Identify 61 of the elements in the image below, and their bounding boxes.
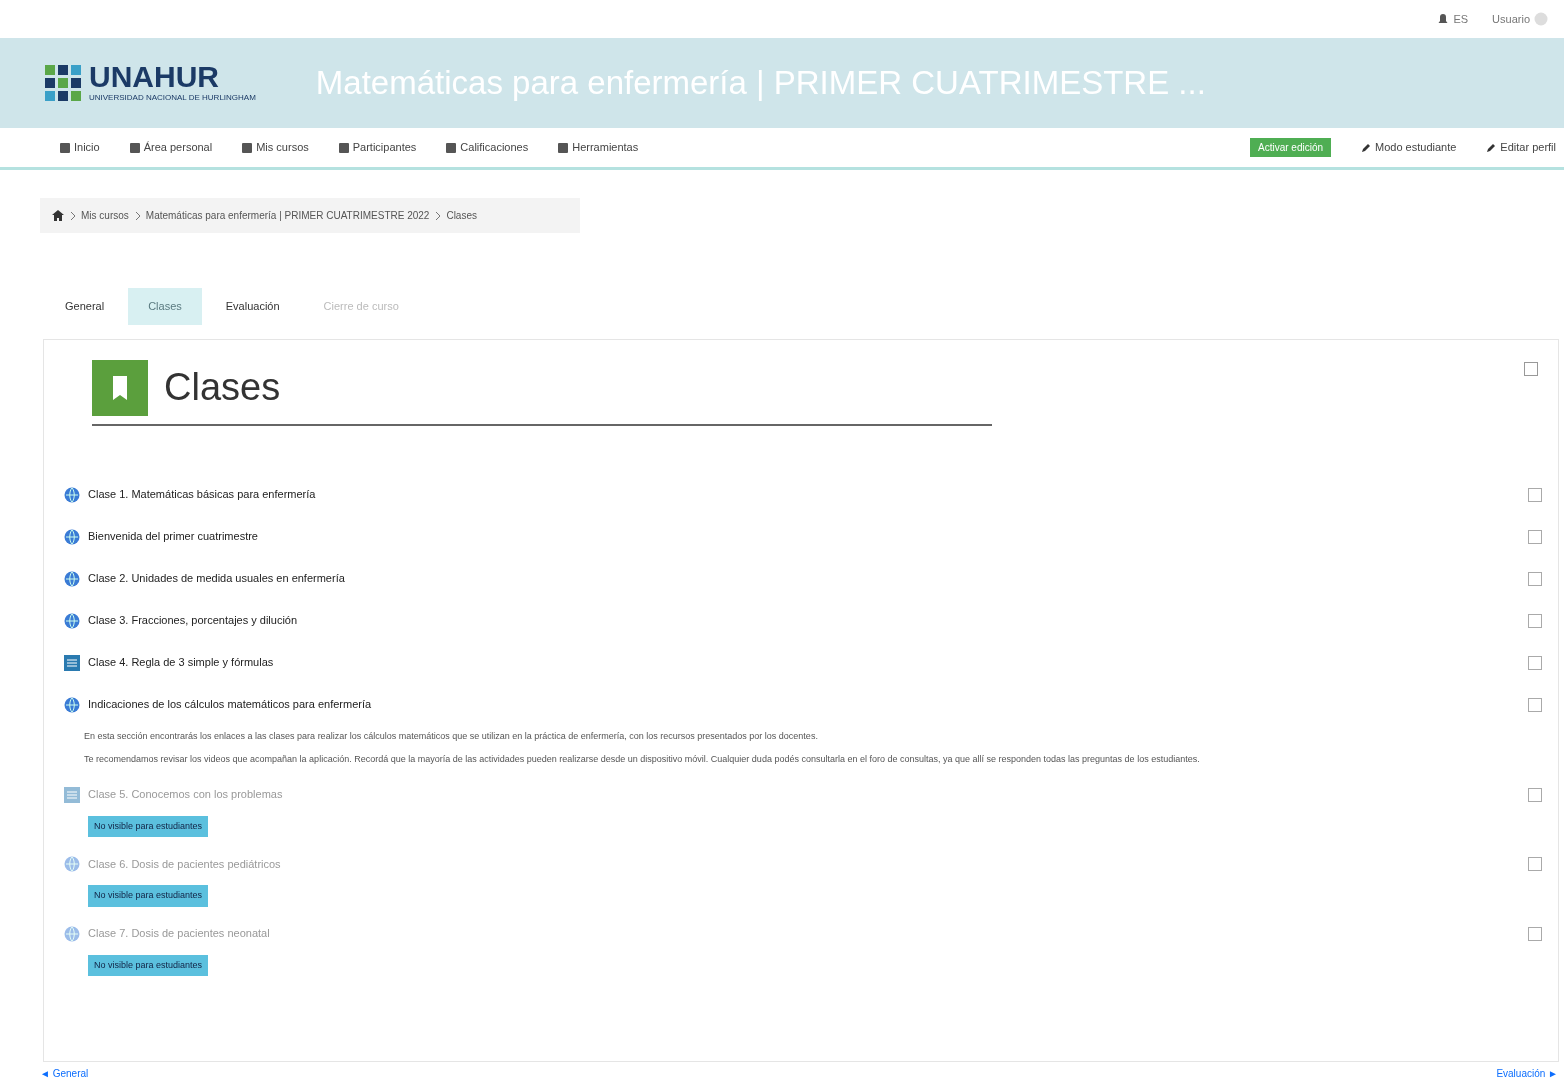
activity-link[interactable]: Indicaciones de los cálculos matemáticos para enfermería [88,696,1520,713]
breadcrumb-link[interactable]: Matemáticas para enfermería | PRIMER CUATRIMESTRE 2022 [145,208,430,223]
bell-icon [1437,13,1450,25]
breadcrumb-link[interactable]: Mis cursos [81,208,129,223]
logo-icon [45,65,81,101]
globe-icon [64,612,80,629]
nav-link[interactable]: Calificaciones [460,139,529,156]
nav-action-link[interactable]: Modo estudiante [1375,139,1457,156]
activity-link[interactable]: Bienvenida del primer cuatrimestre [88,528,1520,545]
activity-link[interactable]: Clase 1. Matemáticas básicas para enfermería [88,486,1520,503]
activity-description: En esta sección encontrarás los enlaces a las clases para realizar los cálculos matemáticos que se utilizan en la práctica de enfermería, con los recursos presentados por los docentes. [84,729,819,743]
page-icon [64,786,80,803]
nav-link[interactable]: Inicio [74,139,100,156]
chevron-right-icon [134,211,140,220]
globe-icon [64,925,80,942]
completion-checkbox-icon [1528,697,1542,712]
activity-link[interactable]: Clase 4. Regla de 3 simple y fórmulas [88,654,1520,671]
nav-link[interactable]: Herramientas [572,139,639,156]
completion-checkbox-icon [1528,787,1542,802]
pencil-icon [1486,142,1497,153]
section-tab[interactable]: General [45,288,125,325]
user-menu[interactable]: Usuario [1492,10,1530,28]
page-icon [64,654,80,671]
nav-link[interactable]: Participantes [352,139,417,156]
globe-icon [64,528,80,545]
activity-link[interactable]: Clase 3. Fracciones, porcentajes y dilución [88,612,1520,629]
completion-icon [1524,361,1538,376]
chevron-right-icon [435,211,441,220]
section-tab[interactable]: Evaluación [205,288,300,325]
hidden-badge: No visible para estudiantes [88,815,209,838]
section-title: Clases [164,364,281,410]
pencil-icon [1361,142,1371,153]
logo-text: UNAHUR [89,62,220,92]
globe-icon [64,570,80,587]
completion-checkbox-icon [1528,571,1542,586]
globe-icon [64,856,80,873]
completion-checkbox-icon [1528,655,1542,670]
bookmark-icon [92,359,148,416]
language-menu[interactable]: ES [1453,10,1469,28]
completion-checkbox-icon [1528,926,1542,941]
hidden-badge: No visible para estudiantes [88,885,209,907]
home-icon [52,210,64,221]
nav-link[interactable]: Mis cursos [256,139,309,156]
section-tab[interactable]: Clases [128,288,202,325]
globe-icon [64,486,80,503]
breadcrumb-link[interactable]: Clases [446,208,477,223]
activity-description: Te recomendamos revisar los videos que acompañan la aplicación. Recordá que la mayoría de las actividades pueden realizarse desde un dispositivo móvil. Cualquier duda podés consultarla en el foro de consultas, ya que allí se responden todas las preguntas de los estudiantes. [84,752,1201,766]
next-section-link[interactable]: Evaluación ► [1496,1065,1558,1081]
hidden-badge: No visible para estudiantes [88,954,209,977]
completion-checkbox-icon [1528,529,1542,544]
completion-checkbox-icon [1528,613,1542,628]
completion-checkbox-icon [1528,487,1542,502]
nav-link[interactable]: Área personal [143,139,213,156]
activity-link[interactable]: Clase 2. Unidades de medida usuales en enfermería [88,570,1520,587]
logo-subtitle: UNIVERSIDAD NACIONAL DE HURLINGHAM [89,92,256,104]
globe-icon [64,696,80,713]
nav-action-link[interactable]: Editar perfil [1500,139,1556,156]
avatar-icon [1534,12,1548,26]
completion-checkbox-icon [1528,857,1542,872]
chevron-right-icon [70,211,75,220]
previous-section-link[interactable]: ◄ General [40,1065,89,1081]
